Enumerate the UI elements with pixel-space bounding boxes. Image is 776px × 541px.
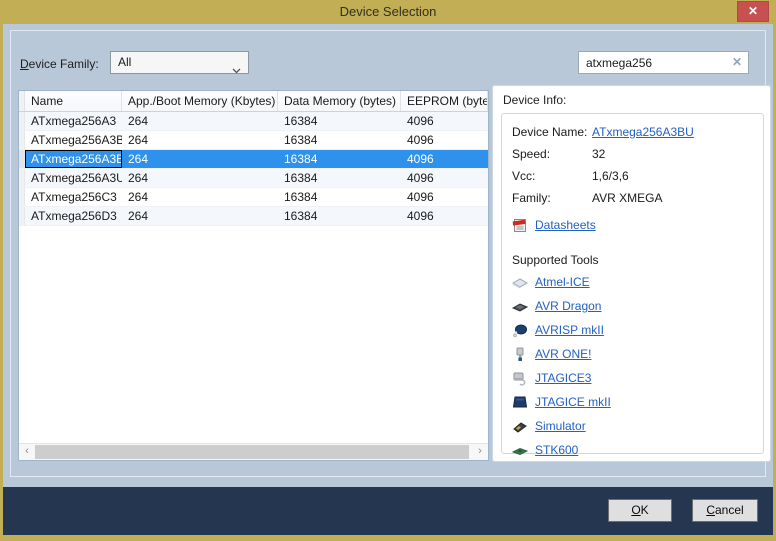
tool-item: AVR Dragon (512, 294, 753, 318)
jtagice3-icon (512, 371, 528, 386)
cell-eeprom: 4096 (401, 207, 488, 225)
family-value: AVR XMEGA (592, 187, 662, 209)
column-header-datamem[interactable]: Data Memory (bytes) (278, 91, 401, 111)
family-field: Family: AVR XMEGA (512, 187, 753, 209)
device-family-label: Device Family: (20, 57, 99, 71)
cell-eeprom: 4096 (401, 131, 488, 149)
table-header-row: Name App./Boot Memory (Kbytes) Data Memo… (19, 91, 488, 112)
dialog-footer: OK Cancel (3, 487, 773, 535)
cell-appboot: 264 (122, 188, 278, 206)
cell-name: ATxmega256A3U (25, 169, 122, 187)
ok-button[interactable]: OK (608, 499, 672, 522)
clear-search-icon[interactable]: ✕ (732, 55, 742, 69)
cell-datamem: 16384 (278, 150, 401, 168)
vcc-label: Vcc: (512, 165, 592, 187)
device-info-panel: Device Info: Device Name: ATxmega256A3BU… (492, 85, 771, 462)
vcc-field: Vcc: 1,6/3,6 (512, 165, 753, 187)
cell-datamem: 16384 (278, 188, 401, 206)
cell-appboot: 264 (122, 150, 278, 168)
search-input[interactable] (579, 52, 727, 73)
device-selection-dialog: Device Selection ✕ Device Family: All ✕ … (0, 0, 776, 541)
speed-field: Speed: 32 (512, 143, 753, 165)
avr-one-icon (512, 347, 528, 362)
pdf-icon (512, 218, 528, 233)
tool-link[interactable]: AVR Dragon (535, 299, 601, 313)
cell-eeprom: 4096 (401, 188, 488, 206)
cell-datamem: 16384 (278, 207, 401, 225)
cell-datamem: 16384 (278, 169, 401, 187)
tool-link[interactable]: Simulator (535, 419, 586, 433)
simulator-icon (512, 419, 528, 434)
table-row-selected[interactable]: ATxmega256A3BU 264 16384 4096 (19, 150, 488, 169)
vcc-value: 1,6/3,6 (592, 165, 629, 187)
device-family-dropdown[interactable]: All (110, 51, 249, 74)
tool-link[interactable]: AVR ONE! (535, 347, 591, 361)
cell-appboot: 264 (122, 169, 278, 187)
tool-item: JTAGICE3 (512, 366, 753, 390)
close-icon: ✕ (748, 4, 758, 18)
device-name-link[interactable]: ATxmega256A3BU (592, 121, 694, 143)
family-label: Family: (512, 187, 592, 209)
datasheets-row: Datasheets (512, 214, 753, 236)
cell-eeprom: 4096 (401, 150, 488, 168)
scrollbar-thumb[interactable] (35, 445, 469, 459)
jtagice-mkii-icon (512, 395, 528, 410)
tool-link[interactable]: JTAGICE mkII (535, 395, 611, 409)
column-header-name[interactable]: Name (25, 91, 122, 111)
datasheets-link[interactable]: Datasheets (535, 218, 596, 232)
tool-item: Atmel-ICE (512, 270, 753, 294)
device-name-field: Device Name: ATxmega256A3BU (512, 121, 753, 143)
device-info-heading: Device Info: (503, 93, 566, 107)
chevron-down-icon (232, 60, 241, 81)
column-header-eeprom[interactable]: EEPROM (bytes) (401, 91, 488, 111)
stk600-icon (512, 443, 528, 458)
speed-label: Speed: (512, 143, 592, 165)
tool-link[interactable]: STK600 (535, 443, 578, 457)
table-row[interactable]: ATxmega256C3 264 16384 4096 (19, 188, 488, 207)
cancel-button[interactable]: Cancel (692, 499, 758, 522)
close-button[interactable]: ✕ (737, 1, 769, 22)
table-row[interactable]: ATxmega256A3B 264 16384 4096 (19, 131, 488, 150)
cell-name: ATxmega256A3B (25, 131, 122, 149)
title-bar[interactable]: Device Selection ✕ (0, 0, 776, 24)
cell-name: ATxmega256C3 (25, 188, 122, 206)
atmel-ice-icon (512, 275, 528, 290)
avrisp-mkii-icon (512, 323, 528, 338)
device-info-box: Device Name: ATxmega256A3BU Speed: 32 Vc… (501, 113, 764, 454)
table-row[interactable]: ATxmega256D3 264 16384 4096 (19, 207, 488, 226)
dialog-content: Device Family: All ✕ Name App./Boot Memo… (3, 24, 773, 487)
cell-appboot: 264 (122, 112, 278, 130)
tool-item: AVRISP mkII (512, 318, 753, 342)
speed-value: 32 (592, 143, 605, 165)
dialog-title: Device Selection (0, 4, 776, 19)
scroll-right-icon[interactable]: › (472, 444, 488, 460)
device-table: Name App./Boot Memory (Kbytes) Data Memo… (18, 90, 489, 461)
device-family-value: All (118, 55, 131, 69)
column-header-appboot[interactable]: App./Boot Memory (Kbytes) (122, 91, 278, 111)
table-row[interactable]: ATxmega256A3 264 16384 4096 (19, 112, 488, 131)
tool-item: JTAGICE mkII (512, 390, 753, 414)
cell-appboot: 264 (122, 207, 278, 225)
cell-name: ATxmega256A3BU (25, 150, 122, 168)
supported-tools-heading: Supported Tools (512, 250, 753, 270)
cell-appboot: 264 (122, 131, 278, 149)
tool-link[interactable]: JTAGICE3 (535, 371, 591, 385)
cell-eeprom: 4096 (401, 169, 488, 187)
avr-dragon-icon (512, 299, 528, 314)
tool-link[interactable]: AVRISP mkII (535, 323, 604, 337)
horizontal-scrollbar[interactable]: ‹ › (19, 443, 488, 460)
tool-item: AVR ONE! (512, 342, 753, 366)
table-row[interactable]: ATxmega256A3U 264 16384 4096 (19, 169, 488, 188)
cell-name: ATxmega256A3 (25, 112, 122, 130)
cell-datamem: 16384 (278, 131, 401, 149)
tool-item: STK600 (512, 438, 753, 462)
device-search-box: ✕ (578, 51, 749, 74)
tool-item: Simulator (512, 414, 753, 438)
cell-datamem: 16384 (278, 112, 401, 130)
tool-link[interactable]: Atmel-ICE (535, 275, 590, 289)
cell-eeprom: 4096 (401, 112, 488, 130)
scroll-left-icon[interactable]: ‹ (19, 444, 35, 460)
device-name-label: Device Name: (512, 121, 592, 143)
cell-name: ATxmega256D3 (25, 207, 122, 225)
